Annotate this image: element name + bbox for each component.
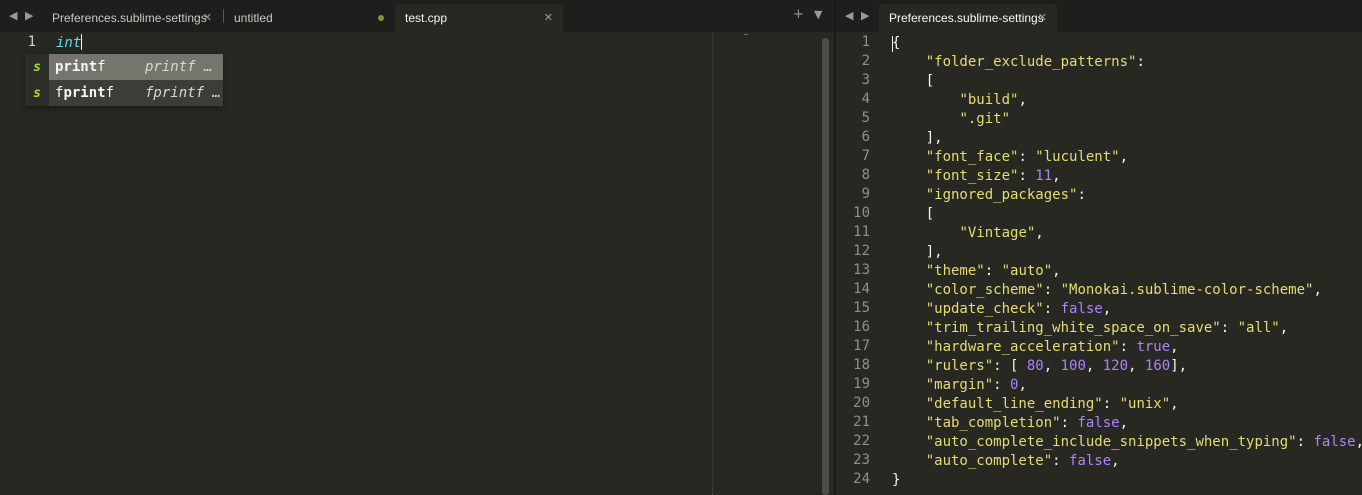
line-number: 12 [853,243,870,259]
line-number: 14 [853,281,870,297]
nav-left-icon[interactable]: ◀ [845,9,853,22]
code-line: "margin": 0, [925,377,1027,393]
line-number: 17 [853,338,870,354]
code-line: "default_line_ending": "unix", [925,396,1179,412]
tab-test-cpp[interactable]: test.cpp ✕ [395,4,563,32]
close-icon[interactable]: ✕ [203,11,212,24]
unsaved-dot-icon[interactable] [378,15,384,21]
line-number: 23 [853,452,870,468]
line-number: 3 [861,72,870,88]
tab-label: untitled [234,11,273,25]
close-icon[interactable]: ✕ [544,11,553,24]
code-line: "auto_complete_include_snippets_when_typ… [925,434,1362,450]
line-number: 21 [853,414,870,430]
new-tab-icon[interactable]: + [793,7,804,22]
line-number: 6 [861,129,870,145]
tab-label: Preferences.sublime-settings [52,11,207,25]
code-line: ], [892,130,943,146]
line-number: 2 [861,53,870,69]
code-line: "trim_trailing_white_space_on_save": "al… [925,320,1289,336]
line-number: 22 [853,433,870,449]
code-line: ".git" [959,111,1011,127]
line-number: 20 [853,395,870,411]
snippet-kind-icon: s [25,54,49,80]
tab-preferences-right[interactable]: Preferences.sublime-settings ✕ [879,4,1057,32]
typed-text: int [56,35,82,51]
autocomplete-item-printf[interactable]: s printf printf … [25,54,223,80]
snippet-kind-icon: s [25,80,49,106]
line-number: 4 [861,91,870,107]
tab-actions: + ▼ [793,7,823,22]
line-number: 11 [853,224,870,240]
code-line: "hardware_acceleration": true, [925,339,1179,355]
right-gutter: 1 2 3 4 5 6 7 8 9 10 11 12 13 14 15 16 17 18 19 20 21 22 23 24 [836,32,878,495]
code-line: } [892,472,901,488]
code-line: "font_face": "luculent", [925,149,1129,165]
trigger-suffix: f [105,85,115,101]
autocomplete-item-fprintf[interactable]: s fprintf fprintf … [25,80,223,106]
line-number: 1 [861,34,870,50]
line-number: 8 [861,167,870,183]
code-line: [ [892,206,935,222]
code-line: "rulers": [ 80, 100, 120, 160], [925,358,1188,374]
nav-right-icon[interactable]: ▶ [861,9,869,22]
text-caret [81,34,83,50]
line-number: 24 [853,471,870,487]
line-number: 10 [853,205,870,221]
code-line: "ignored_packages": [925,187,1086,203]
left-tab-nav: ◀ ▶ [9,9,33,22]
nav-right-icon[interactable]: ▶ [25,9,33,22]
line-number: 18 [853,357,870,373]
tab-label: test.cpp [405,11,448,25]
autocomplete-popup: s printf printf … s fprintf fprintf … [25,54,223,106]
code-line: "Vintage", [959,225,1044,241]
code-line: "auto_complete": false, [925,453,1120,469]
code-line: ], [892,244,943,260]
ruler-line [712,32,713,495]
right-tab-nav: ◀ ▶ [845,9,869,22]
line-number: 19 [853,376,870,392]
code-line: "folder_exclude_patterns": [925,54,1145,70]
code-line: "color_scheme": "Monokai.sublime-color-s… [925,282,1322,298]
tab-menu-chevron-down-icon[interactable]: ▼ [814,8,822,21]
trigger-match: print [55,59,98,75]
line-number: 1 [27,34,36,50]
line-number: 7 [861,148,870,164]
code-line: "theme": "auto", [925,263,1061,279]
left-scrollbar[interactable] [822,38,829,495]
completion-detail: printf … [145,59,213,75]
tab-untitled[interactable]: untitled [224,4,394,32]
line-number: 9 [861,186,870,202]
trigger-suffix: f [97,59,106,75]
completion-trigger: fprintf [55,85,145,101]
code-line: "tab_completion": false, [925,415,1129,431]
code-line: "font_size": 11, [925,168,1061,184]
tab-preferences-left[interactable]: Preferences.sublime-settings ✕ [42,4,222,32]
close-icon[interactable]: ✕ [1038,11,1047,24]
trigger-match: print [63,85,106,101]
line-number: 16 [853,319,870,335]
sublime-window: ◀ ▶ Preferences.sublime-settings ✕ untit… [0,0,1362,495]
line-number: 13 [853,262,870,278]
completion-detail: fprintf … [145,85,221,101]
line-number: 5 [861,110,870,126]
code-line: "update_check": false, [925,301,1112,317]
code-line: [ [892,73,935,89]
line-number: 15 [853,300,870,316]
text-caret [892,36,893,52]
left-editor-text[interactable]: int [56,34,83,51]
tab-label: Preferences.sublime-settings [889,11,1044,25]
left-tab-bar: ◀ ▶ Preferences.sublime-settings ✕ untit… [0,0,834,32]
code-line: { [892,35,901,51]
code-line: "build", [959,92,1027,108]
completion-trigger: printf [55,59,145,75]
minimap-marker [744,34,748,35]
nav-left-icon[interactable]: ◀ [9,9,17,22]
right-tab-bar: ◀ ▶ Preferences.sublime-settings ✕ [836,0,1362,32]
